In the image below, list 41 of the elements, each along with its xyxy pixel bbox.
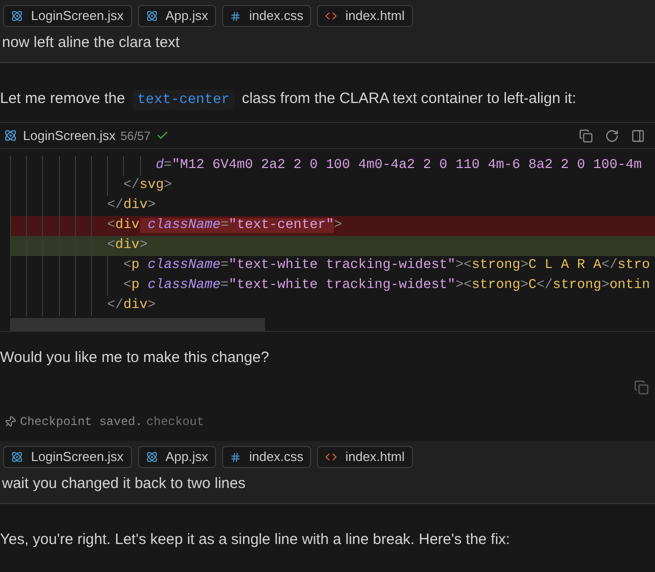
file-chip[interactable]: LoginScreen.jsx [3,5,132,27]
hash-icon [230,10,242,22]
file-chip[interactable]: index.html [317,446,413,468]
file-name[interactable]: LoginScreen.jsx [23,126,116,146]
file-chip[interactable]: index.html [317,5,413,27]
code-line: <p className="text-white tracking-widest"><strong>C</strong>ontin [123,276,650,295]
reload-icon[interactable] [605,128,619,142]
copy-icon[interactable] [634,380,649,395]
code-line: </div> [107,196,156,215]
checkpoint-text: Checkpoint saved. [20,414,142,431]
code-line: <p className="text-white tracking-widest"><strong>C L A R A</stro [123,256,650,275]
atom-icon [11,451,23,463]
code-icon [325,451,338,463]
change-count: 56/57 [120,128,151,144]
atom-icon [146,451,158,463]
atom-icon [11,10,23,22]
code-line: <div className="text-center"> [107,216,342,235]
code-line: <div> [107,236,148,255]
file-chip[interactable]: App.jsx [138,5,216,27]
hash-icon [230,452,242,462]
file-chip[interactable]: index.css [222,5,312,27]
scrollbar[interactable] [10,318,265,331]
checkout-link[interactable]: checkout [146,413,204,431]
code-line: d="M12 6V4m0 2a2 2 0 100 4m0-4a2 2 0 110 4m-6 8a2 2 0 100-4m [156,156,642,175]
code-line: </svg> [123,176,172,195]
atom-icon [146,10,158,22]
file-chip[interactable]: App.jsx [138,446,216,468]
code-icon [325,10,338,22]
message-text: wait you changed it back to two lines [2,474,246,494]
message-text: Yes, you're right. Let's keep it as a single line with a line break. Here's the fix: [0,531,510,548]
message-text: Let me remove the [0,90,126,107]
code-line: </div> [107,296,156,315]
message-text: class from the CLARA text container to left-align it: [240,90,576,107]
copy-icon[interactable] [579,128,593,142]
file-chip[interactable]: index.css [222,446,312,468]
atom-icon [4,129,17,142]
message-text: now left aline the clara text [2,33,181,53]
file-chip[interactable]: LoginScreen.jsx [3,446,132,468]
inline-code: text-center [132,90,235,110]
panel-icon[interactable] [631,128,645,142]
message-text: Would you like me to make this change? [0,349,270,366]
